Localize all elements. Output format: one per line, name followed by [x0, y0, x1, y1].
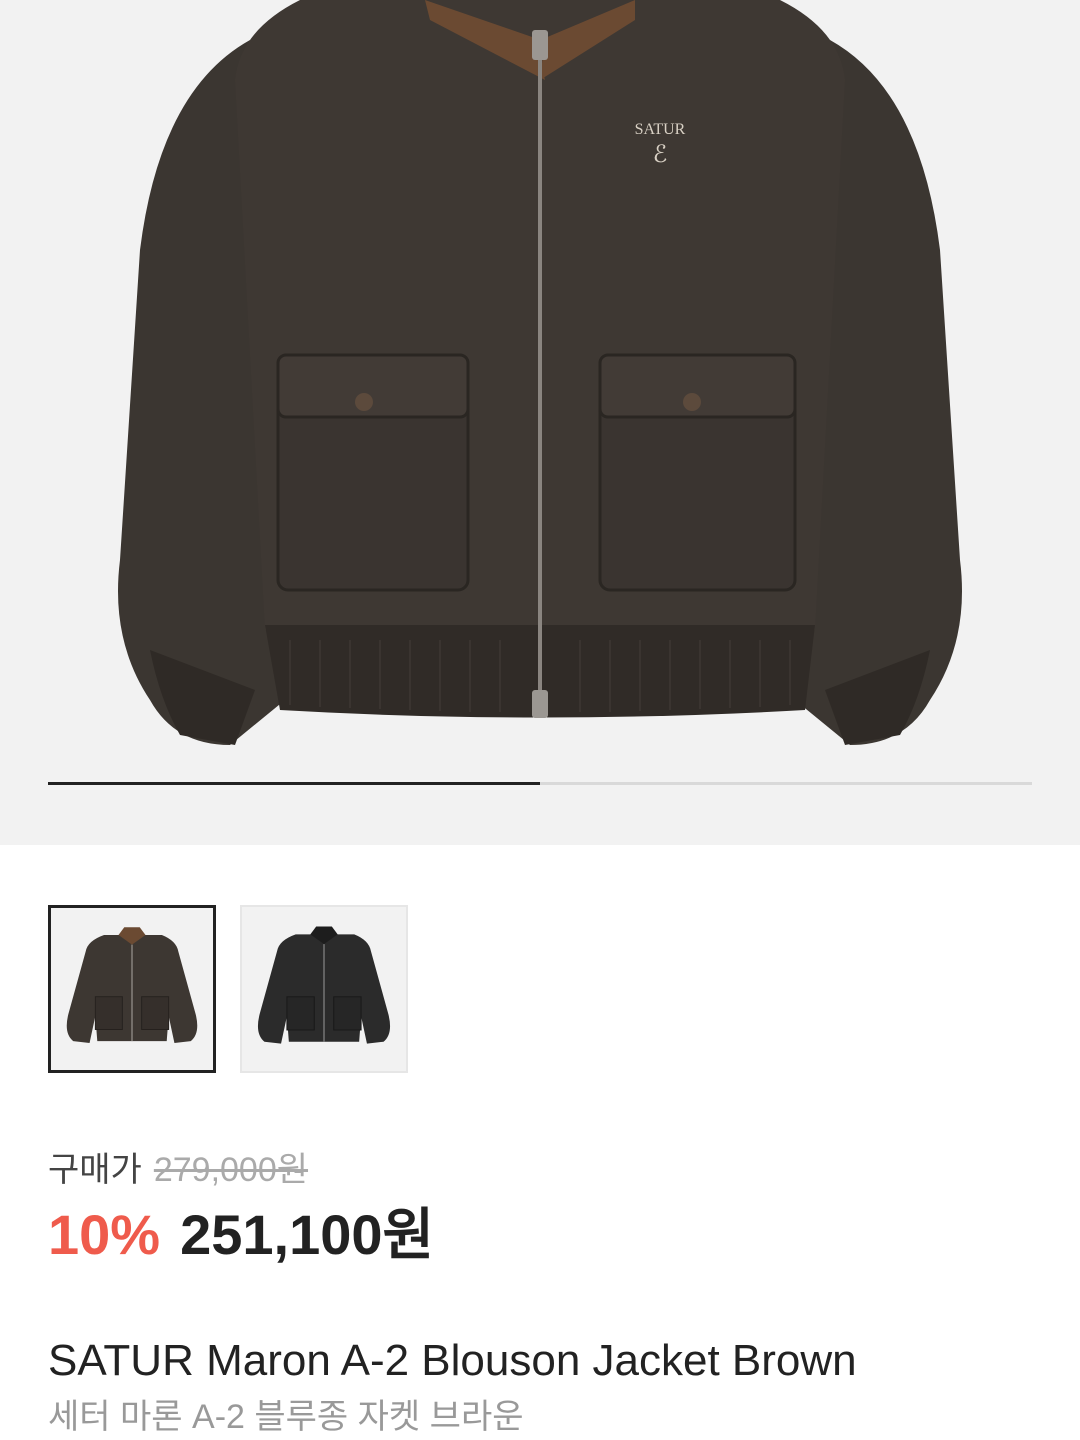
gallery-progress-bar [48, 782, 1032, 785]
product-name-kr: 세터 마론 A-2 블루종 자켓 브라운 [48, 1398, 524, 1436]
product-image-gallery[interactable]: SATUR ℰ [0, 0, 1080, 845]
svg-text:ℰ: ℰ [653, 142, 668, 168]
product-main-image[interactable]: SATUR ℰ [0, 0, 1080, 845]
gallery-progress-fill [48, 782, 540, 785]
product-name: SATUR Maron A-2 Blouson Jacket Brown [48, 1336, 857, 1385]
logo-text: SATUR [635, 121, 686, 138]
thumbnail-black[interactable] [240, 905, 408, 1073]
thumbnail-list [48, 905, 408, 1073]
original-price: 279,000원 [153, 1151, 309, 1189]
discount-rate: 10% [48, 1203, 161, 1266]
price-label: 구매가 [48, 1151, 142, 1189]
sale-price: 251,100원 [180, 1203, 435, 1266]
thumbnail-brown[interactable] [48, 905, 216, 1073]
sale-price-row: 10% 251,100원 [48, 1200, 434, 1270]
price-label-row: 구매가 279,000원 [48, 1148, 308, 1192]
